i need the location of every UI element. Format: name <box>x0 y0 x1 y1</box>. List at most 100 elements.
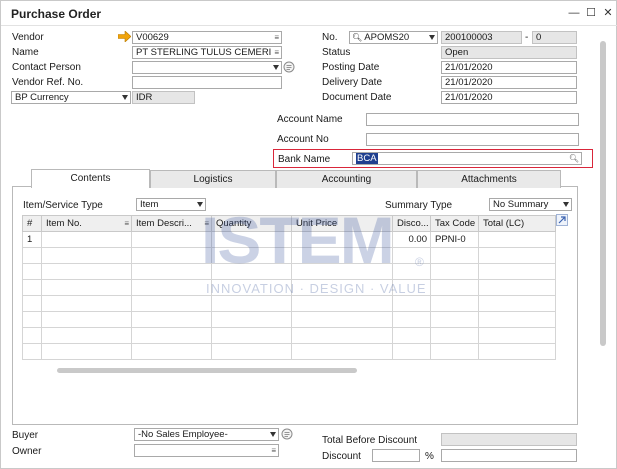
items-grid: # Item No. ≡ Item Descri... ≡ Quantity Uni… <box>22 215 556 360</box>
chevron-down-icon <box>197 202 203 207</box>
list-icon[interactable]: ≡ <box>204 219 209 228</box>
delivery-date-label: Delivery Date <box>322 77 383 88</box>
chevron-down-icon <box>270 432 276 437</box>
sub-number-field: 0 <box>532 31 577 44</box>
summary-type-dropdown[interactable]: No Summary <box>489 198 572 211</box>
close-button[interactable]: ✕ <box>601 6 615 20</box>
document-number-field: 200100003 <box>441 31 522 44</box>
column-header-unit-price[interactable]: Unit Price <box>291 215 393 232</box>
table-row[interactable] <box>22 327 556 344</box>
contact-person-dropdown[interactable] <box>132 61 282 74</box>
table-row[interactable]: 1 0.00 PPNI-0 <box>22 231 556 248</box>
currency-type-dropdown[interactable]: BP Currency <box>11 91 131 104</box>
tab-accounting[interactable]: Accounting <box>276 170 417 188</box>
table-row[interactable] <box>22 343 556 360</box>
chevron-down-icon <box>273 65 279 70</box>
column-header-row-number[interactable]: # <box>22 215 42 232</box>
cell-row-number: 1 <box>22 231 42 248</box>
owner-label: Owner <box>12 446 42 457</box>
purchase-order-window: Purchase Order — ☐ ✕ Vendor V00629 ≡ Nam… <box>0 0 617 469</box>
list-icon[interactable]: ≡ <box>124 219 129 228</box>
cell-quantity[interactable] <box>211 231 292 248</box>
series-value: APOMS20 <box>364 32 410 43</box>
vendor-ref-field[interactable] <box>132 76 282 89</box>
table-row[interactable] <box>22 295 556 312</box>
tab-attachments[interactable]: Attachments <box>417 170 561 188</box>
currency-field: IDR <box>132 91 195 104</box>
column-header-total-lc[interactable]: Total (LC) <box>478 215 556 232</box>
name-field[interactable]: PT STERLING TULUS CEMERI ≡ <box>132 46 282 59</box>
cell-unit-price[interactable] <box>291 231 393 248</box>
grid-header-row: # Item No. ≡ Item Descri... ≡ Quantity Uni… <box>22 215 556 232</box>
summary-type-value: No Summary <box>493 199 549 210</box>
number-label: No. <box>322 32 338 43</box>
item-type-label: Item/Service Type <box>23 200 103 211</box>
table-row[interactable] <box>22 311 556 328</box>
account-no-field[interactable] <box>366 133 579 146</box>
list-icon[interactable]: ≡ <box>274 48 279 57</box>
column-header-item-description[interactable]: Item Descri... ≡ <box>131 215 212 232</box>
discount-amount-field[interactable] <box>441 449 577 462</box>
minimize-button[interactable]: — <box>567 6 581 20</box>
posting-date-label: Posting Date <box>322 62 380 73</box>
owner-field[interactable]: ≡ <box>134 444 279 457</box>
account-name-field[interactable] <box>366 113 579 126</box>
item-type-dropdown[interactable]: Item <box>136 198 206 211</box>
vertical-scrollbar[interactable] <box>600 41 606 346</box>
table-row[interactable] <box>22 279 556 296</box>
cell-discount[interactable]: 0.00 <box>392 231 431 248</box>
cell-tax-code[interactable]: PPNI-0 <box>430 231 479 248</box>
buyer-dropdown[interactable]: -No Sales Employee- <box>134 428 279 441</box>
buyer-value: -No Sales Employee- <box>138 429 228 440</box>
list-icon[interactable]: ≡ <box>271 446 276 455</box>
column-header-label: Item Descri... <box>136 218 192 229</box>
buyer-label: Buyer <box>12 430 39 441</box>
delivery-date-field[interactable]: 21/01/2020 <box>441 76 577 89</box>
cell-total-lc[interactable] <box>478 231 556 248</box>
search-icon[interactable]: 🔍︎ <box>569 154 579 163</box>
document-date-field[interactable]: 21/01/2020 <box>441 91 577 104</box>
table-row[interactable] <box>22 263 556 280</box>
column-header-tax-code[interactable]: Tax Code <box>430 215 479 232</box>
cell-item-description[interactable] <box>131 231 212 248</box>
chevron-down-icon <box>563 202 569 207</box>
contact-info-icon[interactable] <box>283 61 295 73</box>
number-dash: - <box>525 32 529 43</box>
currency-type-value: BP Currency <box>15 92 69 103</box>
list-icon[interactable]: ≡ <box>274 33 279 42</box>
series-dropdown[interactable]: 🔍︎ APOMS20 <box>349 31 438 44</box>
posting-date-field[interactable]: 21/01/2020 <box>441 61 577 74</box>
name-value: PT STERLING TULUS CEMERI <box>136 47 272 58</box>
tab-contents[interactable]: Contents <box>31 169 150 188</box>
column-header-item-no[interactable]: Item No. ≡ <box>41 215 132 232</box>
account-name-label: Account Name <box>277 114 343 125</box>
buyer-info-icon[interactable] <box>281 428 293 440</box>
table-row[interactable] <box>22 247 556 264</box>
vendor-ref-label: Vendor Ref. No. <box>12 77 84 88</box>
item-type-value: Item <box>140 199 159 210</box>
tab-logistics[interactable]: Logistics <box>150 170 276 188</box>
expand-arrow-icon[interactable] <box>556 214 568 226</box>
cell-item-no[interactable] <box>41 231 132 248</box>
discount-label: Discount <box>322 451 361 462</box>
column-header-quantity[interactable]: Quantity <box>211 215 292 232</box>
search-icon: 🔍︎ <box>352 33 363 42</box>
discount-percent-field[interactable] <box>372 449 420 462</box>
horizontal-scrollbar[interactable] <box>57 368 357 373</box>
status-field: Open <box>441 46 577 59</box>
chevron-down-icon <box>122 95 128 100</box>
title-bar: Purchase Order — ☐ ✕ <box>1 1 617 26</box>
status-label: Status <box>322 47 351 58</box>
vendor-field[interactable]: V00629 ≡ <box>132 31 282 44</box>
column-header-label: Item No. <box>46 218 82 229</box>
bank-name-field[interactable]: BCA 🔍︎ <box>352 152 582 165</box>
column-header-discount[interactable]: Disco... <box>392 215 431 232</box>
window-title: Purchase Order <box>11 7 102 21</box>
bank-name-value: BCA <box>356 153 378 164</box>
contact-person-label: Contact Person <box>12 62 81 73</box>
maximize-button[interactable]: ☐ <box>584 6 598 20</box>
link-arrow-icon[interactable] <box>118 31 131 42</box>
summary-type-label: Summary Type <box>385 200 453 211</box>
bank-name-label: Bank Name <box>278 154 331 165</box>
total-before-discount-label: Total Before Discount <box>322 435 418 446</box>
